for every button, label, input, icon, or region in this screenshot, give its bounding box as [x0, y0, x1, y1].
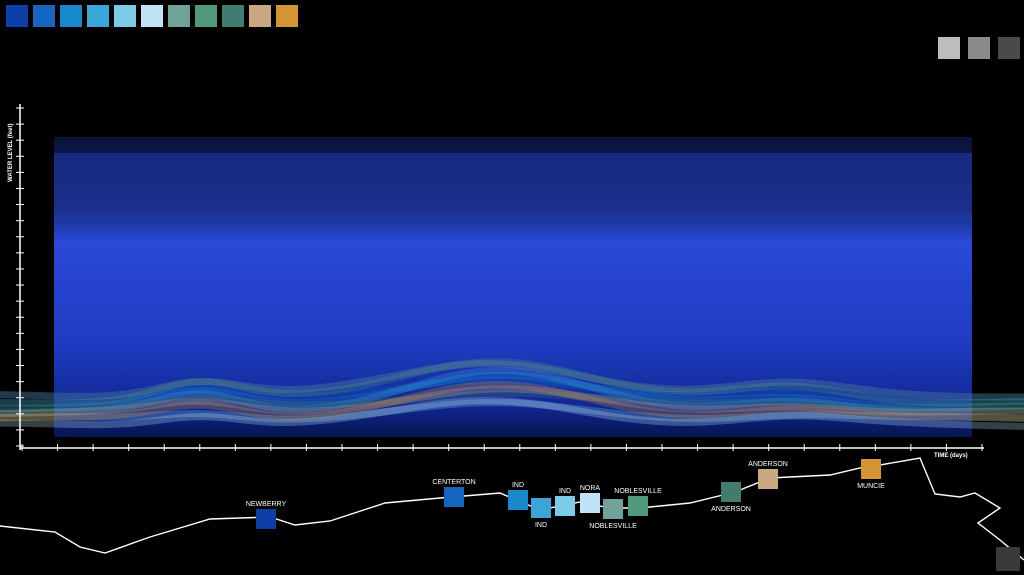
station-label: NOBLESVILLE	[614, 488, 662, 495]
station-markers: NEWBERRY CENTERTON IND IND IND NORA NOBLESVILL…	[246, 459, 885, 530]
station-label: NOBLESVILLE	[589, 523, 637, 530]
station-marker[interactable]	[721, 482, 741, 502]
station-label: IND	[559, 488, 571, 495]
station-marker[interactable]	[758, 469, 778, 489]
station-marker[interactable]	[508, 490, 528, 510]
y-axis-title: WATER LEVEL (feet)	[8, 124, 14, 182]
station-marker[interactable]	[555, 496, 575, 516]
station-marker[interactable]	[861, 459, 881, 479]
station-label: IND	[535, 522, 547, 529]
station-label: ANDERSON	[711, 506, 751, 513]
plot-band-mid	[54, 153, 972, 213]
plot-band-top	[54, 137, 972, 153]
station-label: IND	[512, 482, 524, 489]
station-marker[interactable]	[603, 499, 623, 519]
corner-swatch	[996, 547, 1020, 571]
station-marker[interactable]	[628, 496, 648, 516]
water-level-chart: WATER LEVEL (feet) TIME (days) NEWBERRY C…	[0, 104, 1024, 561]
station-marker[interactable]	[444, 487, 464, 507]
station-label: NORA	[580, 485, 601, 492]
station-marker[interactable]	[256, 509, 276, 529]
station-label: NEWBERRY	[246, 501, 287, 508]
station-label: ANDERSON	[748, 461, 788, 468]
station-marker[interactable]	[580, 493, 600, 513]
station-marker[interactable]	[531, 498, 551, 518]
x-axis-title: TIME (days)	[934, 453, 968, 459]
station-label: CENTERTON	[432, 479, 475, 486]
station-label: MUNCIE	[857, 483, 885, 490]
